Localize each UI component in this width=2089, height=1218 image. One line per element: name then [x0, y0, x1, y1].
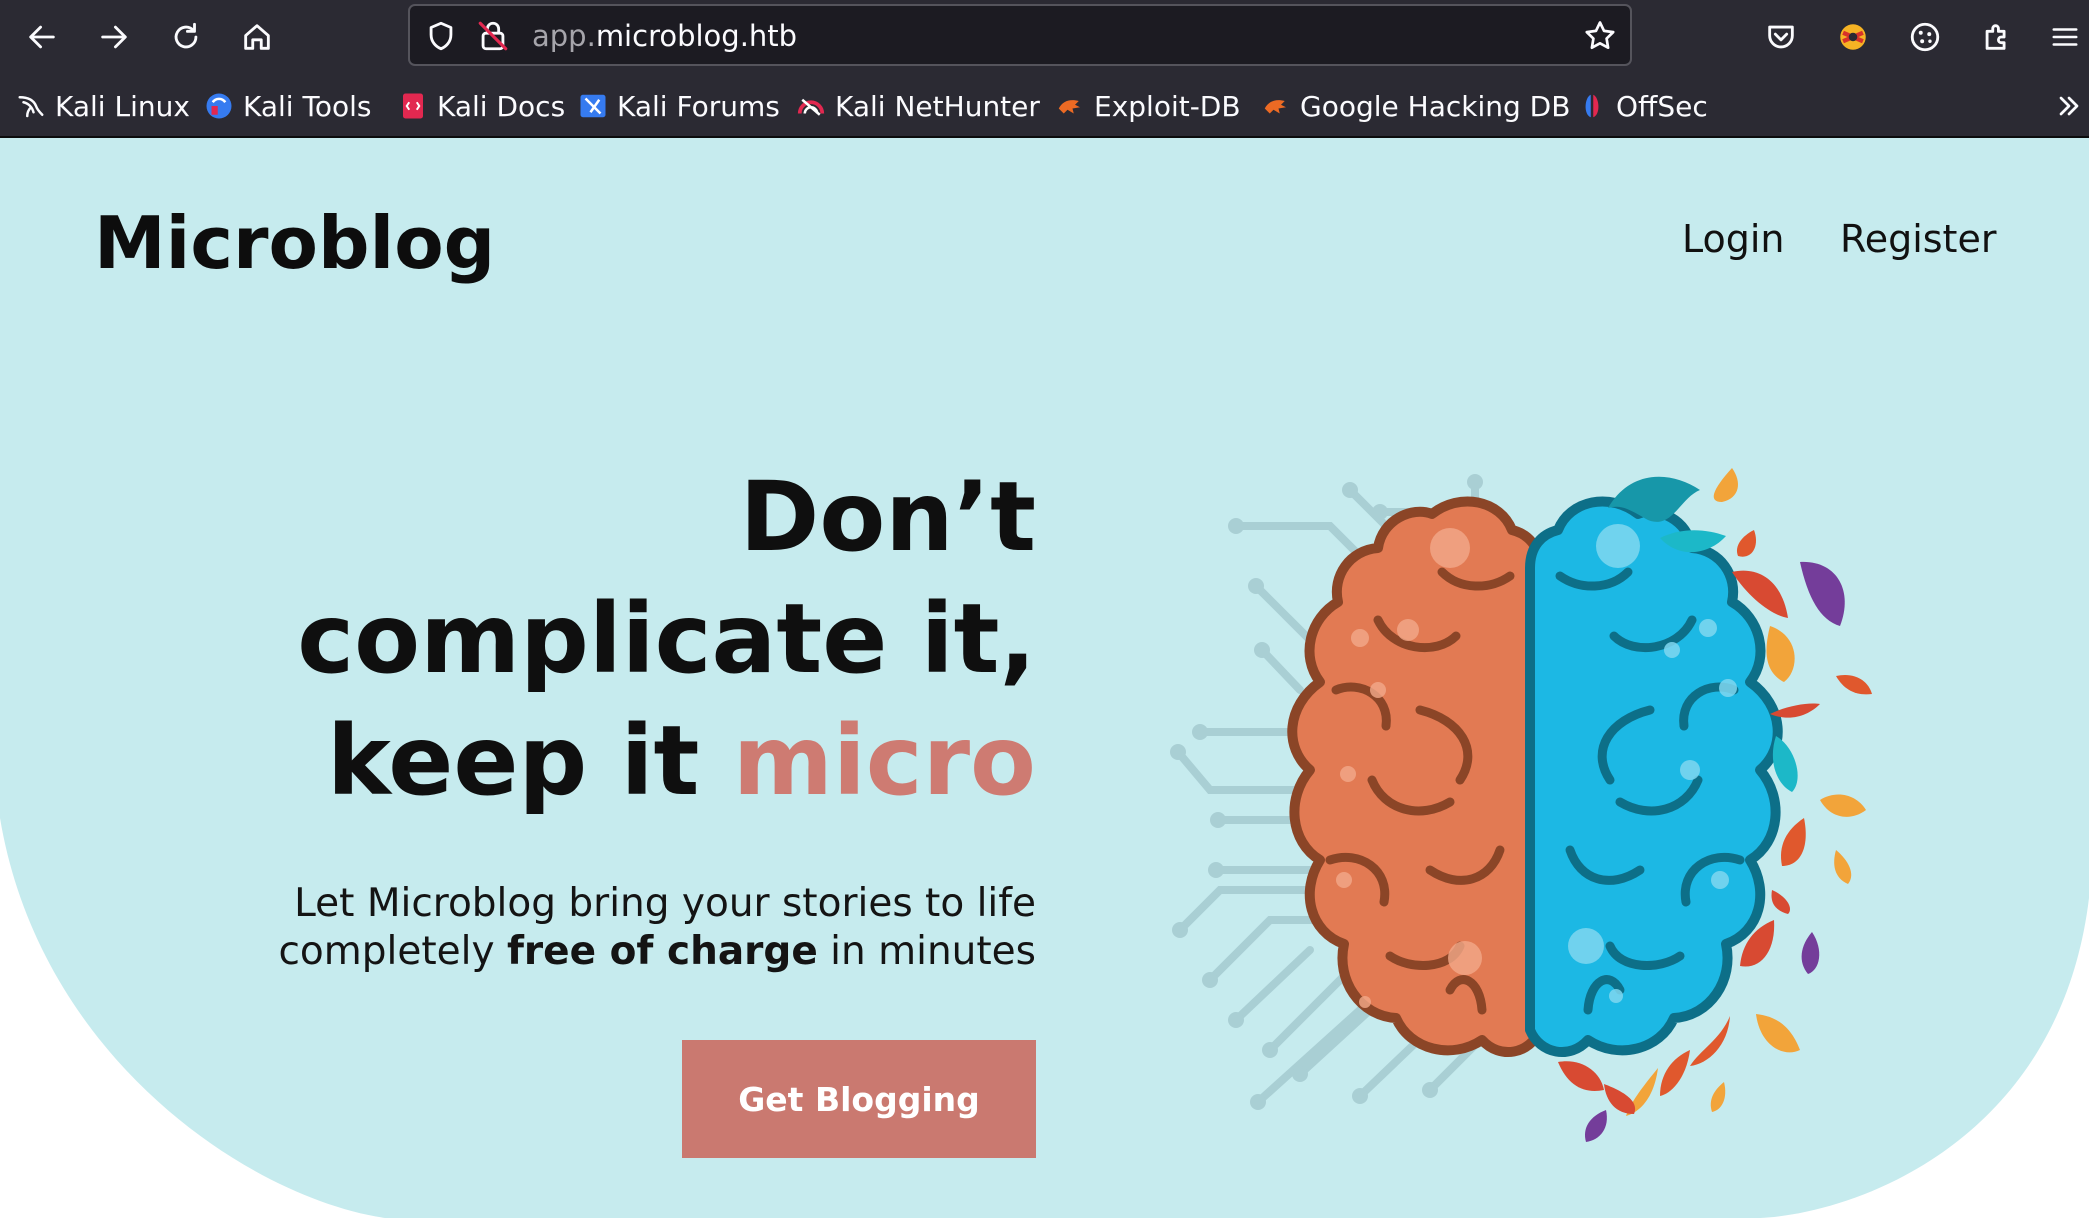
nav-register-link[interactable]: Register — [1840, 214, 1996, 264]
nav-login-link[interactable]: Login — [1682, 214, 1785, 264]
site-logo[interactable]: Microblog — [94, 198, 495, 288]
profile-extension-icon[interactable] — [1829, 14, 1877, 60]
reload-icon[interactable] — [162, 14, 210, 60]
insecure-lock-icon[interactable] — [476, 19, 510, 53]
headline-line-2: complicate it, — [297, 583, 1036, 695]
subtext-line-2-prefix: completely — [278, 929, 507, 974]
bookmark-label: Kali NetHunter — [835, 89, 1040, 123]
forward-arrow-icon[interactable] — [90, 14, 138, 60]
chevron-double-right-icon[interactable] — [2049, 90, 2089, 122]
bookmark-kali-nethunter[interactable]: Kali NetHunter — [796, 86, 1040, 126]
bookmark-kali-tools[interactable]: Kali Tools — [204, 86, 371, 126]
hero-subtext: Let Microblog bring your stories to life… — [150, 880, 1036, 976]
bookmark-google-hacking-db[interactable]: Google Hacking DB — [1261, 86, 1570, 126]
address-bar[interactable]: app.microblog.htb — [408, 4, 1632, 66]
bookmark-label: Kali Docs — [437, 89, 566, 123]
cookie-icon[interactable] — [1901, 14, 1949, 60]
kali-tools-icon — [206, 93, 232, 119]
url-text[interactable]: app.microblog.htb — [532, 18, 797, 54]
bookmark-label: OffSec — [1616, 89, 1708, 123]
web-page: Microblog Login Register Don’t complicat… — [0, 138, 2089, 1218]
url-subdomain: app. — [532, 19, 596, 53]
bookmark-exploit-db[interactable]: Exploit-DB — [1055, 86, 1241, 126]
nethunter-icon — [797, 98, 825, 116]
bookmark-label: Google Hacking DB — [1300, 89, 1571, 123]
subtext-emphasis: free of charge — [506, 929, 818, 974]
tracking-protection-shield-icon[interactable] — [424, 19, 458, 53]
exploit-db-icon — [1058, 100, 1080, 114]
bookmarks-bar: Kali Linux Kali Tools Kali Docs Kali For… — [0, 74, 2089, 138]
headline-line-3-prefix: keep it — [327, 705, 733, 817]
bookmark-offsec[interactable]: OffSec — [1577, 86, 1708, 126]
bookmark-label: Exploit-DB — [1094, 89, 1241, 123]
kali-dragon-icon — [18, 96, 44, 118]
pocket-icon[interactable] — [1757, 14, 1805, 60]
ghdb-icon — [1264, 100, 1286, 114]
kali-docs-icon — [403, 93, 423, 119]
headline-line-1: Don’t — [739, 461, 1036, 573]
url-domain: microblog.htb — [595, 19, 798, 53]
bookmark-label: Kali Linux — [55, 89, 190, 123]
headline-line-3: keep it micro — [150, 700, 1036, 822]
get-blogging-button[interactable]: Get Blogging — [682, 1040, 1036, 1158]
bookmark-label: Kali Forums — [617, 89, 780, 123]
bookmark-kali-forums[interactable]: Kali Forums — [578, 86, 780, 126]
hamburger-menu-icon[interactable] — [2045, 14, 2085, 60]
subtext-line-2-suffix: in minutes — [817, 929, 1036, 974]
back-arrow-icon[interactable] — [18, 14, 66, 60]
bookmark-label: Kali Tools — [243, 89, 372, 123]
offsec-icon — [1585, 94, 1599, 118]
bookmark-kali-linux[interactable]: Kali Linux — [16, 86, 190, 126]
brain-illustration — [1170, 468, 1872, 1142]
browser-toolbar: app.microblog.htb — [0, 0, 2089, 74]
hero-headline: Don’t complicate it, keep it micro — [150, 456, 1036, 822]
subtext-line-1: Let Microblog bring your stories to life — [294, 881, 1036, 926]
bookmark-star-icon[interactable] — [1582, 18, 1618, 54]
headline-accent-word: micro — [732, 705, 1036, 817]
home-icon[interactable] — [233, 14, 281, 60]
extensions-puzzle-icon[interactable] — [1973, 14, 2021, 60]
bookmark-kali-docs[interactable]: Kali Docs — [398, 86, 565, 126]
kali-forums-icon — [580, 94, 606, 118]
